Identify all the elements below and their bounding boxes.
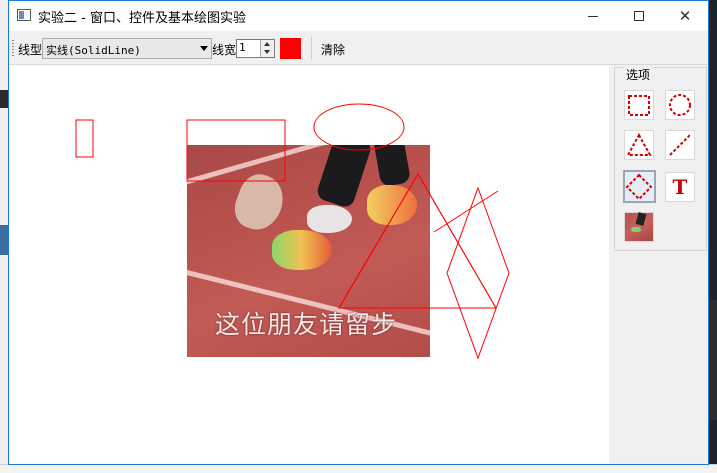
tool-text-button[interactable]: T <box>665 172 695 202</box>
minimize-button[interactable] <box>570 1 616 31</box>
chevron-down-icon <box>200 46 208 51</box>
tool-rectangle-button[interactable] <box>624 90 654 120</box>
tool-ellipse-button[interactable] <box>665 90 695 120</box>
image-thumbnail-detail <box>631 227 641 232</box>
pen-color-button[interactable] <box>280 38 301 59</box>
line-type-label: 线型 <box>18 43 43 57</box>
desktop-background-bottom <box>0 464 717 473</box>
toolbar-separator <box>311 37 312 59</box>
drawn-line <box>433 190 499 233</box>
drawn-rectangle <box>75 119 94 158</box>
close-icon: ✕ <box>678 7 692 25</box>
drawn-rectangle <box>186 119 286 182</box>
drawn-shapes-layer <box>75 103 510 360</box>
main-window: 实验二 - 窗口、控件及基本绘图实验 ✕ 线型 实线(SolidLine) 线宽… <box>8 0 709 465</box>
spin-up-icon[interactable] <box>264 42 270 46</box>
drawn-diamond <box>338 173 497 309</box>
drawn-diamond <box>338 173 497 309</box>
drawn-ellipse <box>313 103 405 151</box>
title-bar[interactable]: 实验二 - 窗口、控件及基本绘图实验 ✕ <box>9 1 708 31</box>
window-title: 实验二 - 窗口、控件及基本绘图实验 <box>38 11 246 26</box>
image-thumbnail-icon <box>635 212 647 226</box>
maximize-button[interactable] <box>616 1 662 31</box>
dashed-circle-icon <box>669 94 691 116</box>
line-width-value: 1 <box>239 41 246 54</box>
spin-buttons <box>260 40 274 57</box>
line-width-spinbox[interactable]: 1 <box>236 39 275 58</box>
clear-button[interactable]: 清除 <box>321 41 345 58</box>
tool-image-button[interactable] <box>624 212 654 242</box>
toolbar-grip-handle[interactable] <box>12 40 14 56</box>
tool-line-button[interactable] <box>665 130 695 160</box>
tool-diamond-button[interactable] <box>623 170 656 203</box>
maximize-icon <box>634 11 644 21</box>
text-T-icon: T <box>672 175 688 199</box>
minimize-icon <box>588 16 598 17</box>
line-type-value: 实线(SolidLine) <box>46 44 141 57</box>
tools-groupbox: 选项 T <box>614 66 707 251</box>
dashed-rectangle-icon <box>628 95 650 116</box>
line-width-label: 线宽 <box>212 43 237 57</box>
dashed-triangle-icon <box>626 132 652 156</box>
dashed-diamond-icon <box>625 173 653 201</box>
spin-down-icon[interactable] <box>264 50 270 54</box>
tool-triangle-button[interactable] <box>624 130 654 160</box>
tools-groupbox-title: 选项 <box>623 66 654 83</box>
app-icon <box>17 9 31 21</box>
drawn-diamond <box>446 186 510 360</box>
line-type-select[interactable]: 实线(SolidLine) <box>42 38 212 59</box>
dashed-line-icon <box>669 134 691 156</box>
close-button[interactable]: ✕ <box>662 1 708 31</box>
drawing-canvas[interactable]: 这位朋友请留步 <box>9 65 609 464</box>
toolbar: 线型 实线(SolidLine) 线宽 1 清除 <box>9 31 708 65</box>
